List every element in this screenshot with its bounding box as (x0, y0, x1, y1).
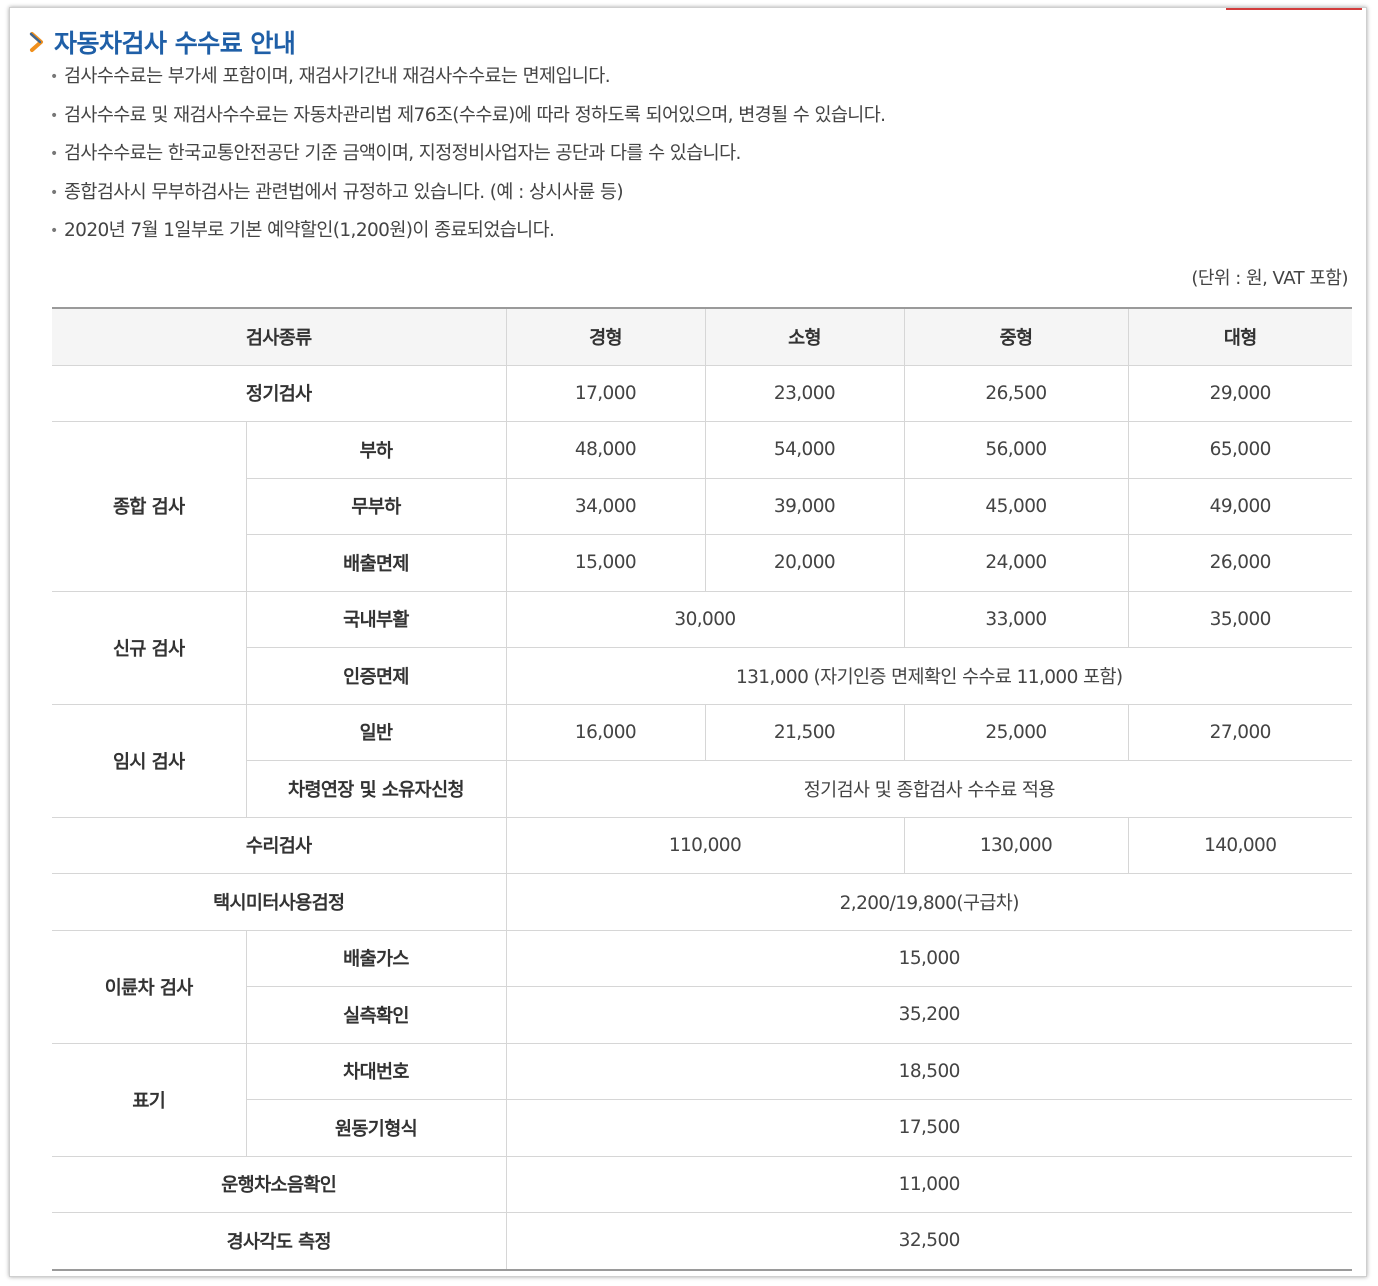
table-row: 원동기형식 17,500 (52, 1099, 1352, 1157)
header-small: 소형 (704, 307, 905, 366)
bullet-icon: • (50, 107, 58, 124)
sub-label: 실측확인 (246, 986, 507, 1044)
fee-cell: 16,000 (505, 703, 706, 761)
fee-cell: 27,000 (1127, 703, 1352, 761)
sub-label: 차대번호 (245, 1042, 507, 1100)
sub-label: 배출가스 (245, 929, 507, 987)
fee-cell: 49,000 (1127, 477, 1352, 535)
table-row: 종합 검사 부하 48,000 54,000 56,000 65,000 (52, 421, 1352, 592)
row-label: 정기검사 (52, 364, 507, 422)
sub-label: 부하 (245, 421, 507, 479)
sub-label: 원동기형식 (246, 1099, 507, 1157)
fee-cell: 110,000 (505, 816, 905, 874)
fee-cell: 23,000 (704, 364, 905, 422)
table-row: 정기검사 17,000 23,000 26,500 29,000 (52, 364, 1352, 422)
content-frame: 자동차검사 수수료 안내 • 검사수수료는 부가세 포함이며, 재검사기간내 재검… (9, 7, 1367, 1277)
fee-cell: 25,000 (903, 703, 1129, 761)
fee-cell: 33,000 (903, 590, 1129, 648)
fee-cell: 39,000 (704, 477, 905, 535)
fee-cell: 140,000 (1127, 816, 1352, 874)
chevron-right-icon (29, 32, 43, 52)
table-row: 운행차소음확인 11,000 (52, 1155, 1352, 1213)
row-label: 택시미터사용검정 (52, 873, 507, 931)
table-row: 경사각도 측정 32,500 (52, 1212, 1352, 1270)
table-row: 임시 검사 일반 16,000 21,500 25,000 27,000 (52, 703, 1352, 818)
group-label: 종합 검사 (52, 421, 247, 592)
fee-cell: 15,000 (505, 534, 706, 592)
table-row: 표기 차대번호 18,500 (52, 1042, 1352, 1157)
fee-cell: 30,000 (505, 590, 905, 648)
group-label: 신규 검사 (52, 590, 247, 705)
unit-note: (단위 : 원, VAT 포함) (1191, 268, 1348, 289)
header-medium: 중형 (903, 307, 1129, 366)
fee-cell: 15,000 (505, 929, 1352, 987)
table-row: 실측확인 35,200 (52, 986, 1352, 1044)
notice-list: • 검사수수료는 부가세 포함이며, 재검사기간내 재검사수수료는 면제입니다. … (48, 63, 886, 256)
fee-cell: 26,000 (1127, 534, 1352, 592)
fee-cell: 130,000 (903, 816, 1129, 874)
header-large: 대형 (1127, 307, 1352, 366)
sub-label: 일반 (245, 703, 507, 761)
fee-cell: 17,000 (505, 364, 706, 422)
notice-item: • 검사수수료 및 재검사수수료는 자동차관리법 제76조(수수료)에 따라 정하… (48, 102, 886, 141)
group-label: 임시 검사 (52, 703, 247, 818)
bullet-icon: • (50, 184, 58, 201)
header-type: 검사종류 (52, 307, 507, 366)
bullet-icon: • (50, 146, 58, 162)
fee-cell: 24,000 (903, 534, 1129, 592)
fee-cell: 18,500 (505, 1042, 1352, 1100)
sub-label: 차령연장 및 소유자신청 (246, 760, 507, 818)
row-label: 수리검사 (52, 816, 507, 874)
fee-cell: 56,000 (903, 421, 1129, 479)
top-accent-bar (1226, 8, 1362, 10)
fee-cell: 65,000 (1127, 421, 1352, 479)
row-label: 운행차소음확인 (52, 1155, 507, 1213)
table-row: 수리검사 110,000 130,000 140,000 (52, 816, 1352, 874)
fee-cell: 35,000 (1127, 590, 1352, 648)
fee-cell: 54,000 (704, 421, 905, 479)
table-row: 이륜차 검사 배출가스 15,000 (52, 929, 1352, 1044)
fee-cell: 35,200 (505, 986, 1352, 1044)
sub-label: 무부하 (246, 477, 507, 535)
fee-cell: 정기검사 및 종합검사 수수료 적용 (505, 760, 1352, 818)
fee-table: 검사종류 경형 소형 중형 대형 정기검사 17,000 23,000 26,5… (52, 307, 1352, 1271)
fee-cell: 26,500 (903, 364, 1129, 422)
table-row: 인증면제 131,000 (자기인증 면제확인 수수료 11,000 포함) (52, 647, 1352, 705)
fee-cell: 131,000 (자기인증 면제확인 수수료 11,000 포함) (505, 647, 1352, 705)
table-row: 배출면제 15,000 20,000 24,000 26,000 (52, 534, 1352, 592)
sub-label: 인증면제 (246, 647, 507, 705)
table-row: 차령연장 및 소유자신청 정기검사 및 종합검사 수수료 적용 (52, 760, 1352, 818)
table-row: 택시미터사용검정 2,200/19,800(구급차) (52, 873, 1352, 931)
notice-item: • 검사수수료는 한국교통안전공단 기준 금액이며, 지정정비사업자는 공단과 다… (48, 140, 885, 179)
table-header-row: 검사종류 경형 소형 중형 대형 (52, 307, 1352, 366)
group-label: 이륜차 검사 (52, 929, 247, 1044)
sub-label: 국내부활 (245, 590, 507, 648)
fee-cell: 48,000 (505, 421, 706, 479)
fee-cell: 20,000 (704, 534, 905, 592)
fee-cell: 11,000 (505, 1155, 1352, 1213)
fee-cell: 34,000 (505, 477, 706, 535)
notice-item: • 검사수수료는 부가세 포함이며, 재검사기간내 재검사수수료는 면제입니다. (48, 63, 885, 102)
title-row: 자동차검사 수수료 안내 (26, 24, 296, 60)
fee-cell: 29,000 (1127, 364, 1352, 422)
fee-cell: 32,500 (505, 1212, 1352, 1270)
sub-label: 배출면제 (246, 534, 507, 592)
page-title: 자동차검사 수수료 안내 (54, 29, 296, 58)
table-row: 무부하 34,000 39,000 45,000 49,000 (52, 477, 1352, 535)
header-compact: 경형 (505, 307, 706, 366)
bullet-icon: • (50, 69, 58, 85)
fee-cell: 17,500 (505, 1099, 1352, 1157)
notice-item: • 2020년 7월 1일부로 기본 예약할인(1,200원)이 종료되었습니다. (48, 217, 885, 256)
fee-cell: 2,200/19,800(구급차) (505, 873, 1352, 931)
notice-item: • 종합검사시 무부하검사는 관련법에서 규정하고 있습니다. (예 : 상시사륜… (48, 179, 885, 218)
table-row: 신규 검사 국내부활 30,000 33,000 35,000 (52, 590, 1352, 705)
fee-cell: 21,500 (704, 703, 905, 761)
fee-cell: 45,000 (903, 477, 1129, 535)
row-label: 경사각도 측정 (52, 1212, 507, 1270)
group-label: 표기 (52, 1042, 247, 1157)
bullet-icon: • (50, 223, 58, 239)
